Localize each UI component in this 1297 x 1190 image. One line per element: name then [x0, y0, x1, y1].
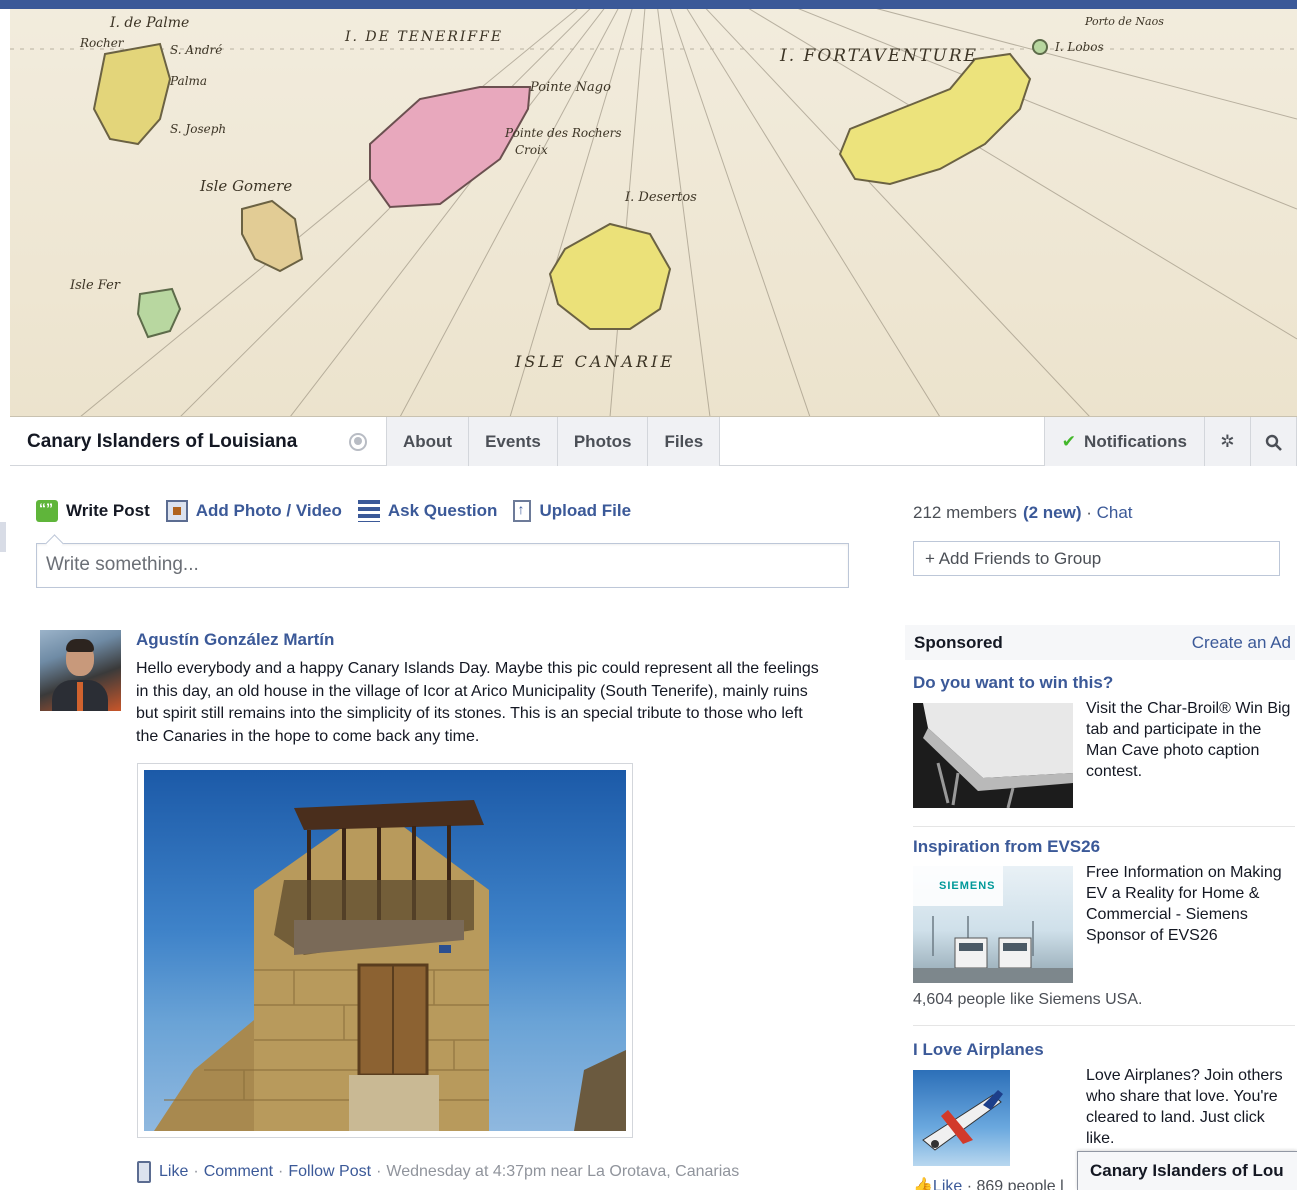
map-label: I. de Palme: [109, 15, 189, 31]
settings-button[interactable]: ✲: [1205, 417, 1251, 466]
thumbs-up-icon: 👍: [913, 1178, 933, 1190]
sponsored-label: Sponsored: [914, 633, 1003, 652]
write-post-tab[interactable]: Write Post: [36, 500, 150, 522]
gear-icon: ✲: [1220, 432, 1235, 451]
ask-question-tab[interactable]: Ask Question: [357, 500, 498, 522]
map-label: ISLE CANARIE: [514, 352, 675, 371]
ad-text: Visit the Char-Broil® Win Big tab and pa…: [1086, 700, 1291, 780]
chat-link[interactable]: Chat: [1097, 503, 1133, 522]
photo-icon: [165, 500, 188, 522]
tab-files[interactable]: Files: [648, 417, 721, 466]
create-ad-link[interactable]: Create an Ad: [1192, 633, 1291, 653]
composer-actions: Write Post Add Photo / Video Ask Questio…: [36, 500, 631, 522]
like-link[interactable]: Like: [159, 1163, 188, 1181]
upload-file-label: Upload File: [539, 501, 632, 520]
notifications-label: Notifications: [1084, 432, 1187, 451]
ask-question-label: Ask Question: [387, 501, 498, 520]
chat-tab[interactable]: Canary Islanders of Lou: [1077, 1151, 1297, 1190]
post-photo[interactable]: [137, 763, 633, 1138]
comment-link[interactable]: Comment: [204, 1163, 273, 1181]
ad-title[interactable]: Do you want to win this?: [913, 673, 1113, 693]
speech-bubble-icon: [36, 500, 58, 522]
notifications-button[interactable]: ✔ Notifications: [1045, 417, 1205, 466]
map-label: Palma: [169, 74, 207, 88]
map-label: I. FORTAVENTURE: [779, 46, 978, 66]
members-summary: 212 members (2 new) · Chat: [913, 503, 1133, 522]
ad-title[interactable]: I Love Airplanes: [913, 1040, 1044, 1060]
map-label: S. Joseph: [170, 122, 226, 136]
add-friends-input[interactable]: + Add Friends to Group: [913, 541, 1280, 576]
post-timestamp[interactable]: Wednesday at 4:37pm near La Orotava, Can…: [386, 1163, 739, 1181]
ad-image-airplane[interactable]: [913, 1070, 1010, 1166]
map-label: Porto de Naos: [1084, 15, 1164, 28]
ad-text: Love Airplanes? Join others who share th…: [1086, 1067, 1283, 1147]
map-label: Croix: [515, 143, 548, 157]
page-edge-marker: [0, 522, 6, 552]
checkmark-icon: ✔: [1061, 432, 1077, 451]
top-bar: [0, 0, 1297, 9]
add-photo-video-tab[interactable]: Add Photo / Video: [165, 500, 342, 522]
new-members-link[interactable]: (2 new): [1023, 503, 1082, 522]
map-label: Isle Fer: [69, 278, 121, 293]
question-list-icon: [357, 500, 380, 522]
upload-file-icon: [513, 500, 532, 522]
post-text: Hello everybody and a happy Canary Islan…: [136, 660, 819, 745]
search-button[interactable]: [1251, 417, 1297, 466]
tab-events[interactable]: Events: [469, 417, 558, 466]
ad-title[interactable]: Inspiration from EVS26: [913, 837, 1100, 857]
ad-like-link[interactable]: Like: [933, 1178, 962, 1190]
group-nav-bar: Canary Islanders of Louisiana About Even…: [10, 417, 1297, 466]
map-label: Pointe Nago: [529, 80, 611, 95]
map-label: I. Lobos: [1054, 40, 1104, 54]
sponsored-header: Sponsored Create an Ad: [905, 625, 1295, 660]
cover-map-illustration: I. de Palme Rocher S. André Palma I. DE …: [10, 9, 1297, 416]
write-something-input[interactable]: Write something...: [36, 543, 849, 588]
group-actions: ✔ Notifications ✲: [1043, 417, 1297, 466]
map-label: S. André: [170, 43, 222, 57]
search-icon: [1265, 434, 1282, 451]
post-author-link[interactable]: Agustín González Martín: [136, 630, 334, 650]
globe-icon: [349, 433, 367, 451]
ad-like-row: 👍Like · 869 people l: [913, 1176, 1064, 1190]
group-title[interactable]: Canary Islanders of Louisiana: [27, 431, 297, 453]
tab-about[interactable]: About: [387, 417, 470, 466]
ad-text: Free Information on Making EV a Reality …: [1086, 864, 1282, 944]
members-count[interactable]: 212 members: [913, 503, 1017, 522]
house-illustration: [154, 800, 626, 1131]
map-label: I. Desertos: [624, 190, 697, 205]
map-label: Isle Gomere: [199, 177, 292, 195]
ad-likes: 4,604 people like Siemens USA.: [913, 991, 1143, 1008]
author-avatar[interactable]: [40, 630, 121, 711]
cover-photo[interactable]: I. de Palme Rocher S. André Palma I. DE …: [10, 9, 1297, 417]
map-label: I. DE TENERIFFE: [344, 29, 503, 45]
upload-file-tab[interactable]: Upload File: [513, 500, 631, 522]
map-label: Pointe des Rochers: [504, 126, 622, 140]
mobile-phone-icon: [137, 1161, 151, 1183]
add-photo-label: Add Photo / Video: [195, 501, 342, 520]
follow-post-link[interactable]: Follow Post: [288, 1163, 371, 1181]
group-tabs: About Events Photos Files: [386, 417, 721, 466]
house-photo: [144, 770, 626, 1131]
post-footer: Like · Comment · Follow Post · Wednesday at…: [137, 1161, 739, 1183]
ad-image-siemens[interactable]: SIEMENS: [913, 866, 1073, 983]
tab-photos[interactable]: Photos: [558, 417, 649, 466]
ad-likes: 869 people l: [976, 1178, 1064, 1190]
siemens-brand: SIEMENS: [939, 880, 996, 892]
map-label: Rocher: [79, 36, 125, 50]
write-post-label: Write Post: [66, 501, 150, 520]
ad-image-grill[interactable]: [913, 703, 1073, 808]
